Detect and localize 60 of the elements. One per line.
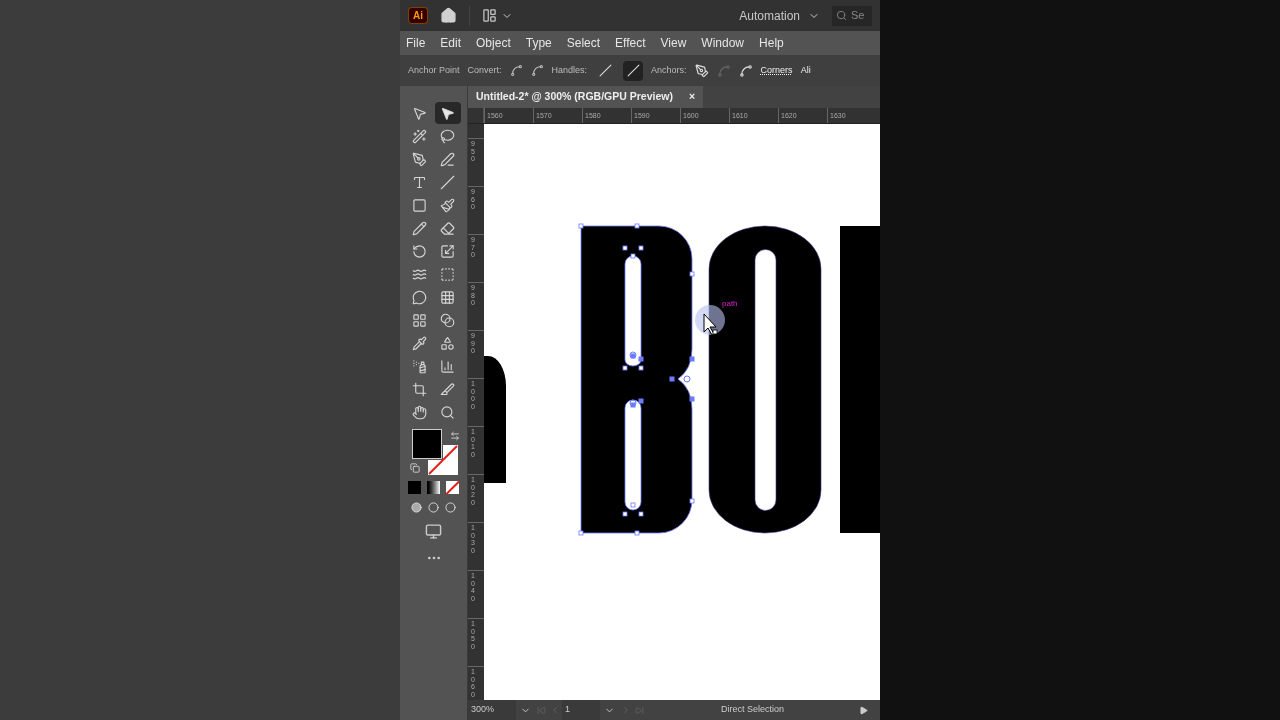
zoom-icon (440, 404, 455, 420)
menu-item[interactable]: Select (566, 34, 601, 52)
gradient-swatch[interactable] (427, 481, 440, 494)
filled-arrow-pointer-icon (440, 105, 455, 121)
none-swatch[interactable] (446, 481, 459, 494)
eraser-icon (440, 220, 455, 236)
zoom-field[interactable]: 300% (468, 700, 516, 720)
menu-item[interactable]: File (406, 34, 426, 52)
tool-button[interactable] (434, 102, 461, 124)
menu-item[interactable]: View (660, 34, 687, 52)
pencil-icon (412, 220, 427, 236)
search-icon (836, 10, 847, 21)
anchors-label: Anchors: (651, 63, 687, 77)
convert-label: Convert: (467, 63, 502, 77)
screen-mode-icon[interactable] (425, 523, 442, 540)
close-tab-button[interactable]: × (688, 89, 696, 105)
magic-wand-icon (412, 128, 427, 144)
hover-label: path (722, 298, 738, 310)
layout-icon[interactable] (482, 8, 497, 23)
search-placeholder: Se (851, 8, 865, 24)
align-label[interactable]: Ali (800, 63, 811, 78)
paintbrush-icon (440, 197, 455, 213)
arrow-pointer-icon (412, 105, 427, 121)
menu-item[interactable]: Effect (615, 34, 646, 52)
document-title: Untitled-2* @ 300% (RGB/GPU Preview) (476, 89, 673, 105)
symbol-sprayer-icon (412, 358, 427, 374)
menu-item[interactable]: Type (525, 34, 552, 52)
handle-button[interactable] (623, 60, 644, 81)
mesh-icon (412, 312, 427, 328)
rectangle-icon (412, 197, 427, 213)
perspective-grid-icon (440, 289, 455, 305)
home-icon[interactable] (440, 7, 457, 24)
menu-item[interactable]: Edit (440, 34, 462, 52)
curvature-pen-icon (440, 151, 455, 167)
swap-icon[interactable] (449, 431, 460, 441)
artboard-field[interactable]: 1 (562, 700, 600, 720)
menu-item[interactable]: Help (759, 34, 784, 52)
scale-icon (440, 243, 455, 259)
document-tab[interactable]: Untitled-2* @ 300% (RGB/GPU Preview) × (468, 86, 704, 108)
lasso-icon (440, 128, 455, 144)
eyedropper-icon (412, 335, 427, 351)
color-swatch[interactable] (408, 481, 421, 494)
fill-swatch[interactable] (411, 429, 442, 459)
rotate-icon (412, 243, 427, 259)
type-icon (412, 174, 427, 190)
search-field[interactable]: Se (832, 5, 872, 26)
line-icon (440, 174, 455, 190)
pen-icon (412, 151, 427, 167)
menu-item[interactable]: Window (701, 34, 745, 52)
column-graph-icon (440, 358, 455, 374)
handles-label: Handles: (551, 63, 588, 77)
workspace-switcher[interactable]: Automation (739, 6, 820, 25)
anchor-point-label: Anchor Point (408, 63, 460, 77)
play-icon[interactable] (859, 705, 868, 715)
app-logo: Ai (408, 7, 428, 24)
corners-link[interactable]: Corners (760, 63, 793, 78)
current-tool-label: Direct Selection (721, 703, 784, 717)
hand-icon (412, 404, 427, 420)
artboard-icon (412, 381, 427, 397)
menu-item[interactable]: Object (476, 34, 511, 52)
